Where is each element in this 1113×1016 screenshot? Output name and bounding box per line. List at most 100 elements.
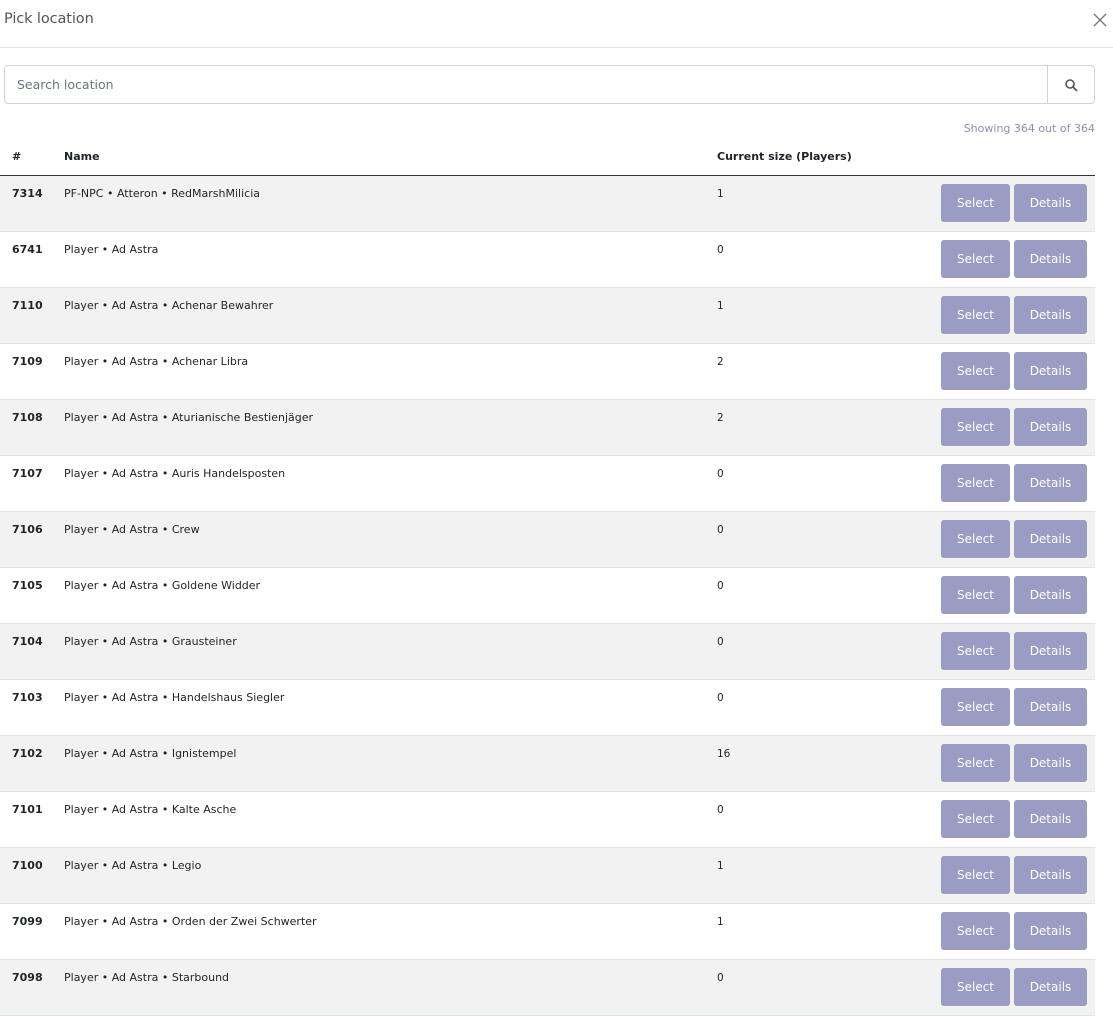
details-button[interactable]: Details <box>1014 408 1087 446</box>
location-id: 7102 <box>12 747 43 760</box>
details-button[interactable]: Details <box>1014 576 1087 614</box>
location-id: 7104 <box>12 635 43 648</box>
location-id: 7106 <box>12 523 43 536</box>
select-button[interactable]: Select <box>941 744 1010 782</box>
location-id: 7105 <box>12 579 43 592</box>
location-id: 7099 <box>12 915 43 928</box>
location-id: 7109 <box>12 355 43 368</box>
location-id: 7314 <box>12 187 43 200</box>
details-button[interactable]: Details <box>1014 744 1087 782</box>
select-button[interactable]: Select <box>941 240 1010 278</box>
location-size: 0 <box>717 524 724 536</box>
location-size: 2 <box>717 412 724 424</box>
location-name: Player • Ad Astra • Achenar Bewahrer <box>64 299 274 312</box>
table-row: 7109 Player • Ad Astra • Achenar Libra 2 Se… <box>0 344 1095 400</box>
location-size: 0 <box>717 580 724 592</box>
select-button[interactable]: Select <box>941 296 1010 334</box>
location-id: 7100 <box>12 859 43 872</box>
select-button[interactable]: Select <box>941 800 1010 838</box>
search-button[interactable] <box>1047 65 1095 104</box>
details-button[interactable]: Details <box>1014 968 1087 1006</box>
location-size: 1 <box>717 916 724 928</box>
location-name: Player • Ad Astra • Goldene Widder <box>64 579 261 592</box>
select-button[interactable]: Select <box>941 632 1010 670</box>
location-id: 7103 <box>12 691 43 704</box>
location-name: Player • Ad Astra • Achenar Libra <box>64 355 249 368</box>
modal-header: Pick location <box>0 0 1113 48</box>
details-button[interactable]: Details <box>1014 800 1087 838</box>
location-id: 7098 <box>12 971 43 984</box>
select-button[interactable]: Select <box>941 688 1010 726</box>
select-button[interactable]: Select <box>941 520 1010 558</box>
location-size: 2 <box>717 356 724 368</box>
location-size: 0 <box>717 468 724 480</box>
details-button[interactable]: Details <box>1014 856 1087 894</box>
table-row: 7101 Player • Ad Astra • Kalte Asche 0 Sele… <box>0 792 1095 848</box>
select-button[interactable]: Select <box>941 576 1010 614</box>
location-name: Player • Ad Astra • Grausteiner <box>64 635 237 648</box>
location-name: Player • Ad Astra • Auris Handelsposten <box>64 467 286 480</box>
location-name: Player • Ad Astra • Crew <box>64 523 200 536</box>
table-row: 7110 Player • Ad Astra • Achenar Bewahrer… <box>0 288 1095 344</box>
location-name: Player • Ad Astra • Aturianische Bestien… <box>64 411 314 424</box>
location-size: 0 <box>717 804 724 816</box>
location-name: Player • Ad Astra • Starbound <box>64 971 230 984</box>
details-button[interactable]: Details <box>1014 912 1087 950</box>
select-button[interactable]: Select <box>941 856 1010 894</box>
select-button[interactable]: Select <box>941 408 1010 446</box>
close-icon <box>1093 13 1107 27</box>
location-name: Player • Ad Astra • Legio <box>64 859 202 872</box>
location-name: PF-NPC • Atteron • RedMarshMilicia <box>64 187 261 200</box>
location-name: Player • Ad Astra • Kalte Asche <box>64 803 237 816</box>
location-id: 7110 <box>12 299 43 312</box>
details-button[interactable]: Details <box>1014 352 1087 390</box>
details-button[interactable]: Details <box>1014 296 1087 334</box>
table-row: 7098 Player • Ad Astra • Starbound 0 Select… <box>0 960 1095 1016</box>
table-row: 7102 Player • Ad Astra • Ignistempel 16 Sel… <box>0 736 1095 792</box>
location-name: Player • Ad Astra • Handelshaus Siegler <box>64 691 285 704</box>
table-row: 7107 Player • Ad Astra • Auris Handelspos… <box>0 456 1095 512</box>
table-row: 7104 Player • Ad Astra • Grausteiner 0 Sele… <box>0 624 1095 680</box>
table-header: # Name Current size (Players) <box>0 140 1095 176</box>
location-id: 6741 <box>12 243 43 256</box>
location-size: 0 <box>717 972 724 984</box>
table-row: 7314 PF-NPC • Atteron • RedMarshMilicia 1 S… <box>0 176 1095 232</box>
select-button[interactable]: Select <box>941 184 1010 222</box>
search-icon <box>1065 78 1078 91</box>
table-row: 7100 Player • Ad Astra • Legio 1 Select Deta… <box>0 848 1095 904</box>
column-header-name: Name <box>64 150 100 163</box>
location-size: 16 <box>717 748 731 760</box>
details-button[interactable]: Details <box>1014 632 1087 670</box>
details-button[interactable]: Details <box>1014 184 1087 222</box>
select-button[interactable]: Select <box>941 912 1010 950</box>
location-size: 1 <box>717 188 724 200</box>
close-button[interactable] <box>1089 9 1111 31</box>
location-id: 7108 <box>12 411 43 424</box>
select-button[interactable]: Select <box>941 464 1010 502</box>
location-name: Player • Ad Astra <box>64 243 159 256</box>
table-row: 7106 Player • Ad Astra • Crew 0 Select Detai… <box>0 512 1095 568</box>
column-header-size: Current size (Players) <box>717 150 852 163</box>
location-size: 0 <box>717 692 724 704</box>
details-button[interactable]: Details <box>1014 240 1087 278</box>
details-button[interactable]: Details <box>1014 520 1087 558</box>
table-row: 7103 Player • Ad Astra • Handelshaus Sieg… <box>0 680 1095 736</box>
table-row: 6741 Player • Ad Astra 0 Select Details <box>0 232 1095 288</box>
select-button[interactable]: Select <box>941 968 1010 1006</box>
location-name: Player • Ad Astra • Ignistempel <box>64 747 237 760</box>
table-row: 7099 Player • Ad Astra • Orden der Zwei S… <box>0 904 1095 960</box>
table-row: 7108 Player • Ad Astra • Aturianische Bes… <box>0 400 1095 456</box>
result-count: Showing 364 out of 364 <box>963 122 1095 135</box>
location-size: 1 <box>717 300 724 312</box>
location-name: Player • Ad Astra • Orden der Zwei Schwe… <box>64 915 317 928</box>
modal-title: Pick location <box>4 11 94 27</box>
table-body: 7314 PF-NPC • Atteron • RedMarshMilicia 1 S… <box>0 176 1095 1016</box>
search-bar <box>4 65 1095 104</box>
search-input[interactable] <box>4 65 1048 104</box>
details-button[interactable]: Details <box>1014 688 1087 726</box>
location-size: 0 <box>717 636 724 648</box>
details-button[interactable]: Details <box>1014 464 1087 502</box>
select-button[interactable]: Select <box>941 352 1010 390</box>
table-row: 7105 Player • Ad Astra • Goldene Widder 0 S… <box>0 568 1095 624</box>
location-size: 0 <box>717 244 724 256</box>
